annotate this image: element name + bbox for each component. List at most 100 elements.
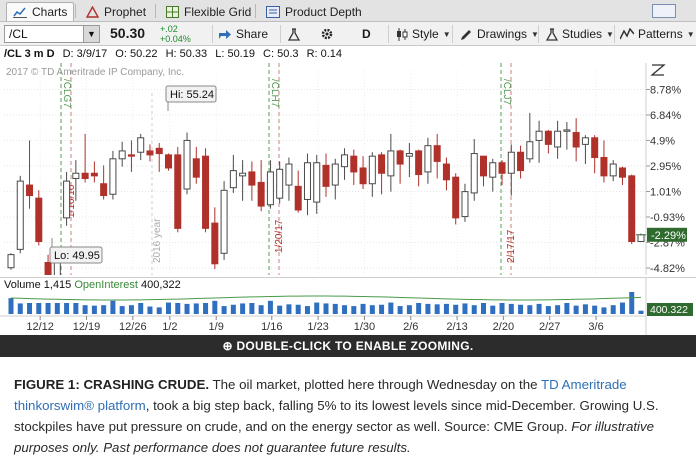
hi-label-text: Hi: 55.24 [170,89,214,101]
depth-icon [266,5,280,18]
candle-body [137,137,145,153]
candle-body [415,150,423,176]
x-tick-label: 2/13 [446,321,467,333]
candle-body [294,185,302,211]
candle-body [461,191,469,218]
candle-body [146,150,154,156]
volume-bar [545,306,551,314]
percent-change: +0.04% [160,34,191,44]
candle-body [109,158,117,195]
volume-bar [240,303,246,314]
candle-body [480,155,487,177]
volume-bar [17,303,23,314]
price-chart[interactable]: 8.78%6.84%4.9%2.95%1.01%-0.93%-2.87%-4.8… [0,63,696,275]
tab-label: Charts [32,5,68,19]
period-dropdown[interactable]: D [362,25,371,43]
candle-body [220,189,228,254]
flask-icon [546,27,558,41]
volume-bar [110,300,116,314]
studies-label: Studies [562,27,603,41]
settings-button[interactable] [320,25,334,43]
volume-bar [54,303,60,314]
chevron-down-icon[interactable]: ▼ [83,26,99,42]
candle-body [581,137,589,145]
volume-legend: Volume 1,415 OpenInterest 400,322 [4,279,181,291]
candle-body [90,172,98,177]
candle-body [535,130,543,141]
open-interest-label: OpenInterest [74,279,138,291]
share-button[interactable]: Share [218,25,268,43]
info-close: C: 50.3 [263,48,299,60]
volume-bar [82,305,88,314]
drawings-button[interactable]: Drawings ▼ [460,25,539,43]
patterns-icon [620,28,634,40]
info-open: O: 50.22 [115,48,158,60]
candle-body [127,154,135,157]
chevron-down-icon: ▼ [606,29,614,39]
x-tick-label: 2/20 [493,321,514,333]
volume-bar [175,303,181,314]
volume-bar [406,305,412,314]
volume-bar [332,303,338,314]
x-tick-label: 1/30 [354,321,375,333]
x-tick-label: 1/16 [261,321,282,333]
volume-bar [629,292,635,314]
candle-body [489,162,497,178]
volume-bar [508,303,514,314]
volume-bar [638,310,644,314]
volume-bar [73,303,79,314]
info-range: R: 0.14 [306,48,343,60]
candle-body [44,261,52,275]
candle-body [350,155,358,173]
info-date: D: 3/9/17 [62,48,108,60]
x-tick-label: 2/27 [539,321,560,333]
x-tick-label: 1/2 [162,321,177,333]
x-tick-label: 3/6 [588,321,603,333]
patterns-button[interactable]: Patterns ▼ [620,25,695,43]
x-tick-label: 1/23 [307,321,328,333]
volume-bar [592,305,598,314]
maximize-button[interactable] [652,4,676,18]
volume-bar [212,300,218,314]
candle-body [229,170,237,189]
candle-body [396,150,404,165]
lo-label: Lo: 49.95 [49,246,103,264]
y-tick-label: -4.82% [650,263,685,275]
volume-bar [573,305,579,314]
candle-body [63,180,71,219]
candle-body [405,153,413,157]
candle-body [600,156,608,177]
x-tick-label: 12/19 [73,321,101,333]
volume-bar [184,303,190,314]
grid-icon [166,5,179,18]
share-icon [219,30,231,39]
x-tick-label: 12/26 [119,321,147,333]
candle-body [183,139,191,190]
volume-bar [527,305,533,314]
tab-flexible-grid[interactable]: Flexible Grid [160,2,257,21]
zoom-banner[interactable]: ⊕ DOUBLE-CLICK TO ENABLE ZOOMING. [0,335,696,357]
tab-prophet[interactable]: Prophet [80,2,152,21]
flask-icon [288,27,300,41]
candle-body [165,154,172,169]
style-label: Style [412,27,439,41]
expiry-date-label: 2/17/17 [506,229,517,263]
volume-bar [536,303,542,314]
flask-button[interactable] [288,25,300,43]
symbol-input[interactable]: /CL ▼ [4,25,100,43]
tab-product-depth[interactable]: Product Depth [260,2,368,21]
studies-button[interactable]: Studies ▼ [546,25,614,43]
volume-bar [425,303,431,314]
candle-body [322,164,330,187]
chart-app: Charts Prophet Flexible Grid Product Dep… [0,0,696,476]
candle-body [628,175,636,242]
info-low: L: 50.19 [215,48,255,60]
tab-charts[interactable]: Charts [6,2,75,21]
tab-label: Prophet [104,4,147,19]
style-button[interactable]: Style ▼ [396,25,451,43]
y-tick-label: -0.93% [650,212,685,224]
y-tick-label: 1.01% [650,186,681,198]
year-label: 2016 year [152,218,163,263]
volume-bar [277,305,283,314]
candle-body [16,180,24,250]
